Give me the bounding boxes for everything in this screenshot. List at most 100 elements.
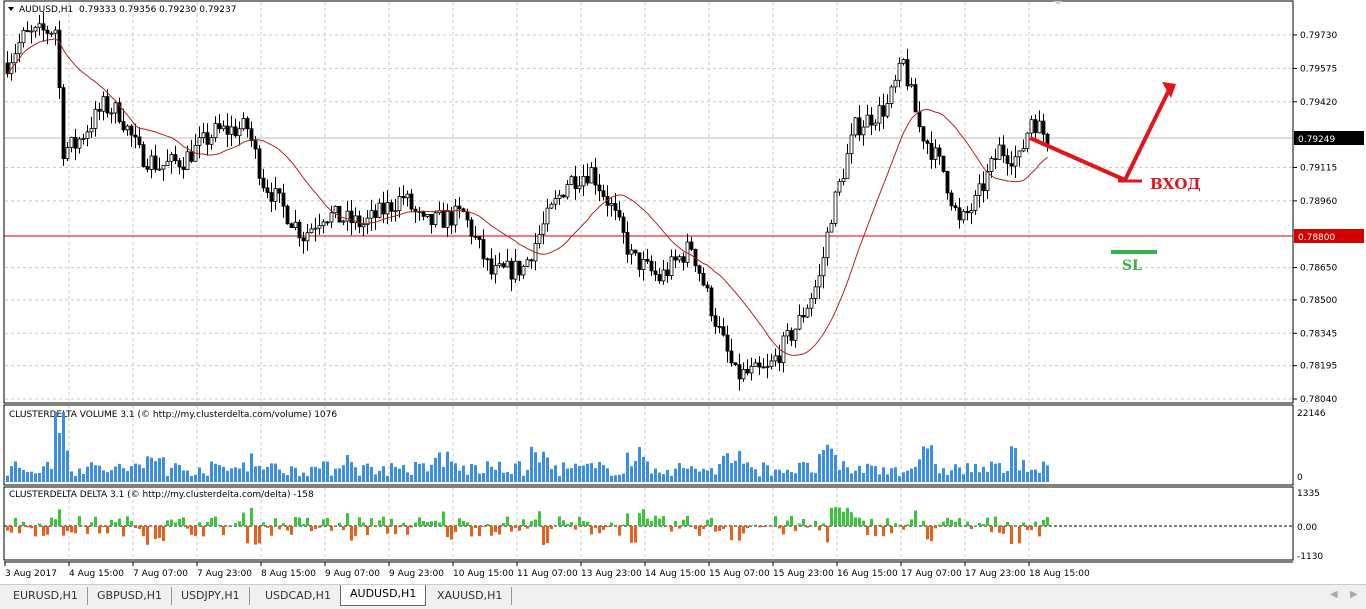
delta-bar <box>506 517 509 526</box>
scroll-right-icon[interactable]: ▶ <box>1350 589 1358 600</box>
tab-usdcad-h1[interactable]: USDCAD,H1 <box>256 587 341 605</box>
candle-bear <box>246 119 249 129</box>
volume-bar <box>970 472 973 482</box>
candle-bear <box>1006 156 1009 164</box>
volume-bar <box>322 462 325 482</box>
candle-bull <box>82 138 85 139</box>
volume-bar <box>730 463 733 482</box>
delta-bar <box>674 521 677 526</box>
volume-bar <box>298 476 301 482</box>
volume-bar <box>678 463 681 482</box>
candle-bear <box>414 209 417 211</box>
volume-bar <box>618 475 621 482</box>
candle-bull <box>158 169 161 170</box>
delta-bar <box>258 526 261 543</box>
candle-bear <box>266 188 269 193</box>
volume-max-label: 22146 <box>1297 409 1326 419</box>
candle-bull <box>550 204 553 208</box>
candle-bull <box>70 137 73 147</box>
volume-bar <box>538 463 541 482</box>
delta-bar <box>346 513 349 526</box>
delta-bar <box>246 526 249 543</box>
candle-bear <box>390 203 393 212</box>
delta-bar <box>682 520 685 526</box>
delta-bar <box>286 526 289 530</box>
delta-bar <box>186 526 189 529</box>
delta-bar <box>46 526 49 535</box>
tab-gbpusd-h1[interactable]: GBPUSD,H1 <box>88 587 172 605</box>
time-label: 7 Aug 23:00 <box>197 569 252 579</box>
chart-window[interactable]: AUDUSD,H1 0.79333 0.79356 0.79230 0.7923… <box>0 0 1366 584</box>
candle-bull <box>678 257 681 260</box>
candle-bear <box>714 316 717 327</box>
tab-audusd-h1[interactable]: AUDUSD,H1 <box>340 585 426 606</box>
delta-bar <box>118 519 121 526</box>
volume-bar <box>710 468 713 482</box>
delta-bar <box>90 522 93 526</box>
candle-bear <box>178 161 181 167</box>
candle-bear <box>1042 121 1045 134</box>
candle-bull <box>66 148 69 159</box>
delta-bar <box>162 526 165 541</box>
candle-bull <box>642 259 645 269</box>
delta-bar <box>202 526 205 536</box>
delta-bar <box>166 520 169 526</box>
delta-zero-label: 0.00 <box>1297 523 1317 533</box>
delta-bar <box>86 526 89 534</box>
candle-bear <box>466 212 469 220</box>
volume-bar <box>34 473 37 482</box>
delta-bar <box>266 526 269 528</box>
delta-bar <box>994 516 997 526</box>
volume-bar <box>554 465 557 482</box>
delta-bar <box>6 526 9 531</box>
delta-bar <box>790 516 793 526</box>
delta-bar <box>934 526 937 528</box>
volume-bar <box>654 469 657 482</box>
candle-bear <box>258 149 261 178</box>
delta-bar <box>382 517 385 526</box>
delta-bar <box>814 521 817 526</box>
delta-bar <box>738 526 741 541</box>
candle-bull <box>810 298 813 308</box>
volume-bar <box>74 476 77 482</box>
delta-bar <box>634 526 637 543</box>
scroll-left-icon[interactable]: ◀ <box>1330 589 1338 600</box>
candle-bear <box>142 145 145 167</box>
candle-bull <box>386 203 389 214</box>
delta-bar <box>702 526 705 529</box>
candle-bull <box>818 276 821 287</box>
candle-bull <box>538 234 541 243</box>
volume-bar <box>798 463 801 482</box>
delta-bar <box>178 519 181 526</box>
candle-bear <box>922 127 925 141</box>
delta-bar <box>26 526 29 527</box>
volume-bar <box>222 467 225 482</box>
candle-bull <box>494 265 497 274</box>
delta-bar <box>898 525 901 526</box>
candle-bear <box>190 152 193 162</box>
tab-eurusd-h1[interactable]: EURUSD,H1 <box>4 587 88 605</box>
delta-bar <box>762 526 765 527</box>
delta-indicator-title: CLUSTERDELTA DELTA 3.1 (© http://my.clus… <box>9 490 314 500</box>
volume-bar <box>762 462 765 482</box>
volume-bar <box>838 470 841 482</box>
delta-bar <box>262 522 265 526</box>
delta-bar <box>502 523 505 526</box>
delta-bar <box>1006 522 1009 526</box>
candle-bull <box>898 63 901 80</box>
delta-bar <box>758 526 761 527</box>
price-label: 0.78650 <box>1300 264 1337 274</box>
volume-bar <box>274 464 277 482</box>
delta-bar <box>578 517 581 526</box>
candle-bull <box>794 329 797 340</box>
tab-usdjpy-h1[interactable]: USDJPY,H1 <box>172 587 250 605</box>
tab-xauusd-h1[interactable]: XAUUSD,H1 <box>428 587 512 605</box>
candle-bear <box>1010 164 1013 167</box>
delta-bar <box>414 523 417 526</box>
volume-bar <box>346 455 349 482</box>
candle-bear <box>614 203 617 210</box>
volume-bar <box>278 470 281 482</box>
price-label: 0.79420 <box>1300 98 1337 108</box>
delta-bar <box>338 523 341 526</box>
candle-bear <box>250 129 253 141</box>
